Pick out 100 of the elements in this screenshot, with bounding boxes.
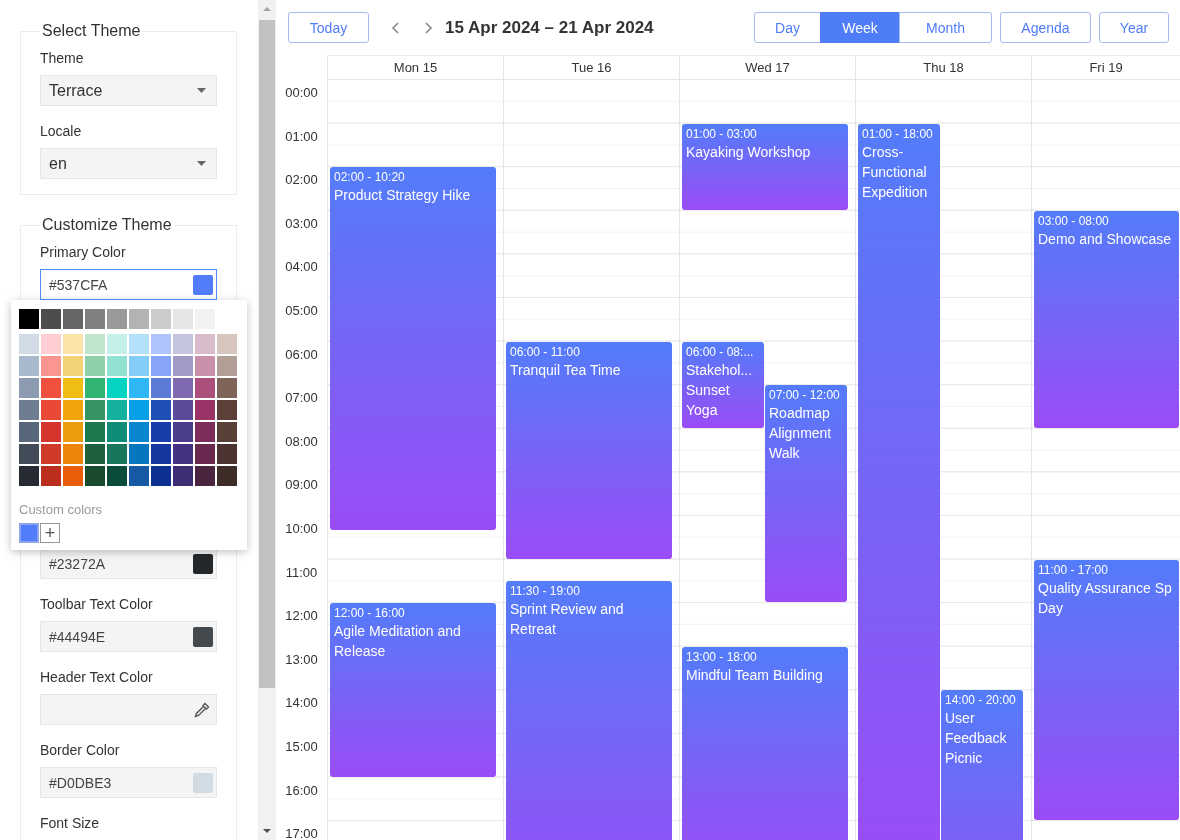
color-swatch[interactable] — [193, 274, 213, 295]
palette-swatch[interactable] — [217, 422, 237, 442]
palette-swatch[interactable] — [129, 400, 149, 420]
palette-swatch[interactable] — [19, 400, 39, 420]
palette-swatch[interactable] — [173, 309, 193, 329]
dropdown[interactable]: en — [40, 148, 217, 179]
palette-swatch[interactable] — [129, 309, 149, 329]
palette-swatch[interactable] — [151, 444, 171, 464]
palette-swatch[interactable] — [107, 422, 127, 442]
palette-swatch[interactable] — [63, 400, 83, 420]
palette-swatch[interactable] — [85, 422, 105, 442]
palette-swatch[interactable] — [19, 356, 39, 376]
palette-swatch[interactable] — [173, 378, 193, 398]
event-card[interactable]: 06:00 - 11:00 Tranquil Tea Time — [506, 341, 672, 559]
eyedropper-icon[interactable] — [193, 700, 211, 719]
palette-swatch[interactable] — [85, 378, 105, 398]
add-color-button[interactable]: + — [40, 523, 60, 543]
palette-swatch[interactable] — [41, 422, 61, 442]
palette-swatch[interactable] — [19, 422, 39, 442]
today-button[interactable]: Today — [288, 12, 369, 43]
event-card[interactable]: 13:00 - 18:00 Mindful Team Building — [682, 646, 848, 840]
palette-swatch[interactable] — [107, 466, 127, 486]
palette-swatch[interactable] — [129, 422, 149, 442]
palette-swatch[interactable] — [107, 334, 127, 354]
scroll-down-icon[interactable] — [263, 828, 271, 834]
palette-swatch[interactable] — [173, 444, 193, 464]
color-field[interactable]: #537CFA — [40, 269, 217, 300]
custom-swatch[interactable] — [19, 523, 39, 543]
palette-swatch[interactable] — [173, 422, 193, 442]
palette-swatch[interactable] — [63, 422, 83, 442]
palette-swatch[interactable] — [85, 400, 105, 420]
view-tab[interactable]: Month — [899, 12, 992, 43]
event-card[interactable]: 02:00 - 10:20 Product Strategy Hike — [330, 167, 496, 530]
view-tab[interactable]: Week — [820, 12, 900, 43]
palette-swatch[interactable] — [85, 356, 105, 376]
palette-swatch[interactable] — [63, 466, 83, 486]
palette-swatch[interactable] — [195, 444, 215, 464]
palette-swatch[interactable] — [41, 356, 61, 376]
color-input[interactable]: #D0DBE3 — [49, 774, 193, 791]
color-field[interactable]: #23272A — [40, 548, 217, 579]
palette-swatch[interactable] — [217, 444, 237, 464]
palette-swatch[interactable] — [195, 400, 215, 420]
event-card[interactable]: 01:00 - 03:00 Kayaking Workshop — [682, 123, 848, 210]
palette-swatch[interactable] — [85, 444, 105, 464]
color-input[interactable]: #44494E — [49, 628, 193, 645]
view-tab[interactable]: Year — [1099, 12, 1169, 43]
palette-swatch[interactable] — [19, 378, 39, 398]
palette-swatch[interactable] — [173, 400, 193, 420]
palette-swatch[interactable] — [107, 378, 127, 398]
scroll-up-icon[interactable] — [263, 6, 271, 12]
palette-swatch[interactable] — [85, 309, 105, 329]
palette-swatch[interactable] — [19, 309, 39, 329]
dropdown[interactable]: Terrace — [40, 75, 217, 106]
palette-swatch[interactable] — [107, 309, 127, 329]
event-card[interactable]: 07:00 - 12:00 Roadmap Alignment Walk — [765, 385, 847, 603]
palette-swatch[interactable] — [151, 334, 171, 354]
scrollbar[interactable] — [258, 0, 276, 840]
palette-swatch[interactable] — [63, 444, 83, 464]
palette-swatch[interactable] — [41, 444, 61, 464]
palette-swatch[interactable] — [129, 466, 149, 486]
color-field[interactable]: #D0DBE3 — [40, 767, 217, 798]
event-card[interactable]: 06:00 - 08:... Stakehol... Sunset Yoga — [682, 341, 764, 428]
view-tab[interactable]: Agenda — [1000, 12, 1091, 43]
palette-swatch[interactable] — [195, 466, 215, 486]
palette-swatch[interactable] — [173, 356, 193, 376]
event-card[interactable]: 01:00 - 18:00 Cross-Functional Expedition — [858, 123, 940, 840]
palette-swatch[interactable] — [217, 334, 237, 354]
palette-swatch[interactable] — [41, 334, 61, 354]
event-card[interactable]: 11:00 - 17:00 Quality Assurance Sp Day — [1034, 559, 1179, 821]
event-card[interactable]: 03:00 - 08:00 Demo and Showcase — [1034, 210, 1179, 428]
palette-swatch[interactable] — [151, 422, 171, 442]
palette-swatch[interactable] — [129, 378, 149, 398]
palette-swatch[interactable] — [41, 378, 61, 398]
palette-swatch[interactable] — [173, 466, 193, 486]
palette-swatch[interactable] — [107, 356, 127, 376]
color-input[interactable]: #537CFA — [49, 276, 193, 293]
palette-swatch[interactable] — [85, 466, 105, 486]
palette-swatch[interactable] — [63, 309, 83, 329]
event-card[interactable]: 14:00 - 20:00 User Feedback Picnic — [941, 690, 1023, 840]
palette-swatch[interactable] — [107, 400, 127, 420]
palette-swatch[interactable] — [19, 466, 39, 486]
palette-swatch[interactable] — [173, 334, 193, 354]
palette-swatch[interactable] — [195, 356, 215, 376]
palette-swatch[interactable] — [63, 334, 83, 354]
palette-swatch[interactable] — [63, 356, 83, 376]
color-input[interactable]: #23272A — [49, 555, 193, 572]
palette-swatch[interactable] — [217, 400, 237, 420]
palette-swatch[interactable] — [217, 378, 237, 398]
palette-swatch[interactable] — [217, 466, 237, 486]
palette-swatch[interactable] — [195, 378, 215, 398]
color-swatch[interactable] — [193, 553, 213, 574]
color-swatch[interactable] — [193, 626, 213, 647]
view-tab[interactable]: Day — [754, 12, 821, 43]
palette-swatch[interactable] — [19, 444, 39, 464]
color-field[interactable] — [40, 694, 217, 725]
color-field[interactable]: #44494E — [40, 621, 217, 652]
palette-swatch[interactable] — [129, 334, 149, 354]
palette-swatch[interactable] — [129, 444, 149, 464]
palette-swatch[interactable] — [151, 400, 171, 420]
palette-swatch[interactable] — [107, 444, 127, 464]
